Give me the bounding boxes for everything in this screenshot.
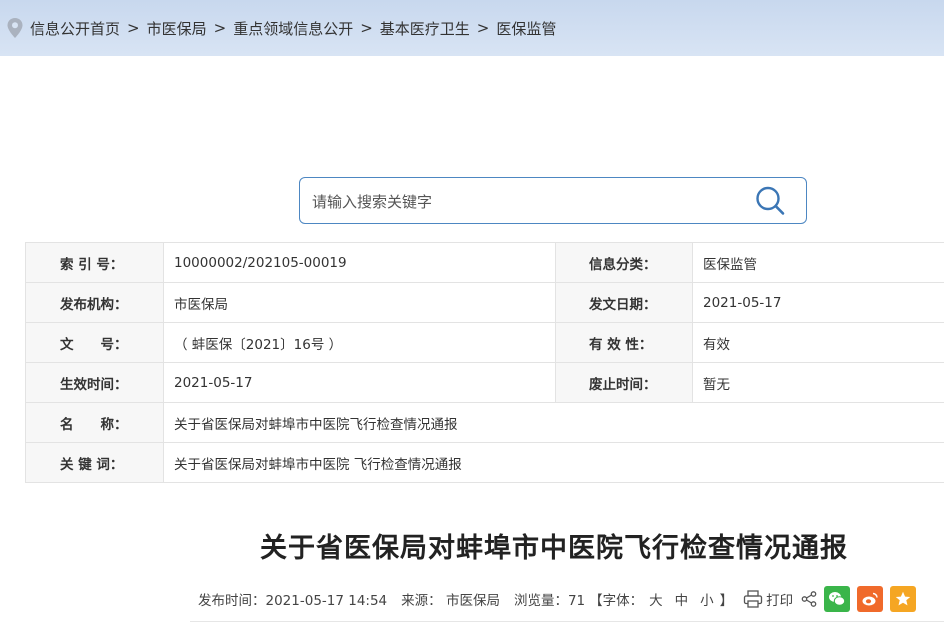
- doc-number-value: （ 蚌医保〔2021〕16号 ）: [163, 322, 556, 363]
- font-size-small-link[interactable]: 小: [700, 589, 714, 609]
- repeal-date-label: 废止时间：: [555, 362, 693, 403]
- wechat-share-button[interactable]: [824, 586, 851, 612]
- breadcrumb-home[interactable]: 信息公开首页: [30, 18, 120, 39]
- publisher-value: 市医保局: [163, 282, 556, 323]
- divider: [190, 621, 944, 622]
- table-row: 关 键 词： 关于省医保局对蚌埠市中医院 飞行检查情况通报: [25, 442, 944, 483]
- print-button[interactable]: 打印: [743, 589, 793, 609]
- article-info-bar: 发布时间：2021-05-17 14:54 来源： 市医保局 浏览量：71 【字…: [198, 585, 917, 613]
- issue-date-label: 发文日期：: [555, 282, 693, 323]
- doc-name-label: 名 称：: [25, 402, 164, 443]
- search-box: [299, 177, 807, 225]
- breadcrumb: 信息公开首页 > 市医保局 > 重点领域信息公开 > 基本医疗卫生 > 医保监管: [6, 14, 556, 42]
- table-row: 文 号： （ 蚌医保〔2021〕16号 ） 有 效 性： 有效: [25, 322, 944, 363]
- font-size-large-link[interactable]: 大: [649, 589, 663, 609]
- breadcrumb-separator: >: [127, 19, 140, 37]
- keywords-label: 关 键 词：: [25, 442, 164, 483]
- printer-icon: [743, 590, 763, 608]
- keywords-value: 关于省医保局对蚌埠市中医院 飞行检查情况通报: [163, 442, 944, 483]
- doc-number-label: 文 号：: [25, 322, 164, 363]
- table-row: 名 称： 关于省医保局对蚌埠市中医院飞行检查情况通报: [25, 402, 944, 443]
- index-label: 索 引 号：: [25, 242, 164, 283]
- table-row: 发布机构： 市医保局 发文日期： 2021-05-17: [25, 282, 944, 323]
- view-count: 浏览量：71: [513, 593, 586, 609]
- search-input[interactable]: [310, 178, 744, 225]
- table-row: 索 引 号： 10000002/202105-00019 信息分类： 医保监管: [25, 242, 944, 283]
- breadcrumb-basic-healthcare[interactable]: 基本医疗卫生: [380, 18, 470, 39]
- repeal-date-value: 暂无: [692, 362, 944, 403]
- article-source: 来源： 市医保局: [401, 593, 500, 609]
- document-meta-table: 索 引 号： 10000002/202105-00019 信息分类： 医保监管 …: [25, 242, 944, 483]
- search-icon[interactable]: [754, 185, 788, 217]
- print-label: 打印: [766, 593, 794, 609]
- font-size-medium-link[interactable]: 中: [675, 589, 689, 609]
- breadcrumb-bar: 信息公开首页 > 市医保局 > 重点领域信息公开 > 基本医疗卫生 > 医保监管: [0, 0, 944, 56]
- weibo-share-button[interactable]: [857, 586, 884, 612]
- breadcrumb-separator: >: [476, 19, 490, 37]
- breadcrumb-key-areas[interactable]: 重点领域信息公开: [233, 18, 353, 39]
- index-value: 10000002/202105-00019: [163, 242, 556, 283]
- article-title: 关于省医保局对蚌埠市中医院飞行检查情况通报: [260, 533, 848, 564]
- effective-date-value: 2021-05-17: [163, 362, 556, 403]
- doc-name-value: 关于省医保局对蚌埠市中医院飞行检查情况通报: [163, 402, 944, 443]
- category-label: 信息分类：: [555, 242, 693, 283]
- publish-time: 发布时间：2021-05-17 14:54: [198, 593, 388, 609]
- location-pin-icon: [7, 18, 23, 38]
- breadcrumb-bureau[interactable]: 市医保局: [147, 18, 207, 39]
- breadcrumb-insurance-supervision[interactable]: 医保监管: [496, 18, 556, 39]
- share-icon[interactable]: [801, 591, 817, 607]
- breadcrumb-separator: >: [213, 19, 227, 37]
- validity-label: 有 效 性：: [555, 322, 693, 363]
- font-size-bracket: 】: [719, 593, 734, 609]
- category-value: 医保监管: [692, 242, 944, 283]
- effective-date-label: 生效时间：: [25, 362, 164, 403]
- validity-value: 有效: [692, 322, 944, 363]
- favorite-button[interactable]: [890, 586, 917, 612]
- publisher-label: 发布机构：: [25, 282, 164, 323]
- wechat-icon: [829, 592, 846, 606]
- issue-date-value: 2021-05-17: [692, 282, 944, 323]
- breadcrumb-separator: >: [360, 19, 373, 37]
- weibo-icon: [862, 592, 878, 606]
- star-icon: [895, 591, 911, 606]
- table-row: 生效时间： 2021-05-17 废止时间： 暂无: [25, 362, 944, 403]
- font-size-label: 【字体：: [589, 593, 644, 609]
